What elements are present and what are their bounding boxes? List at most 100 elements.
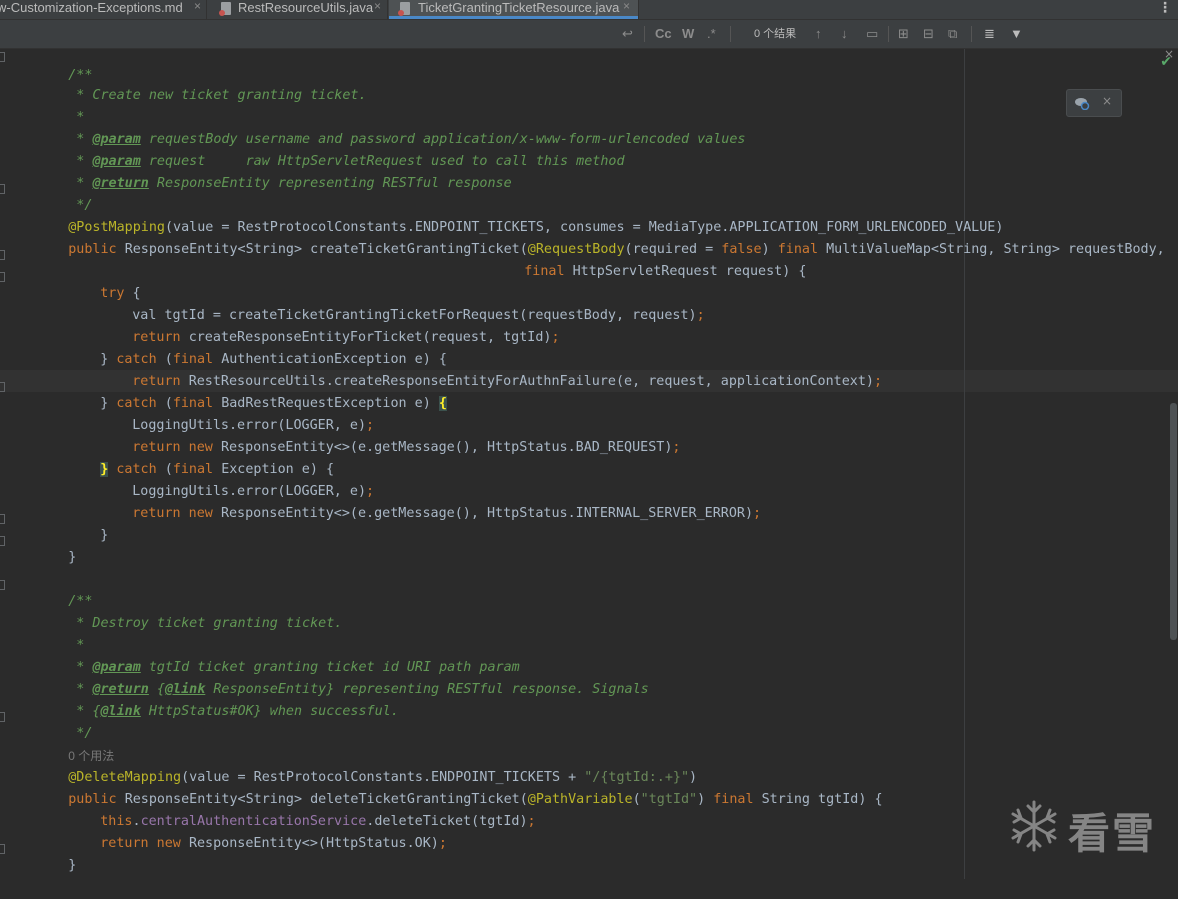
separator [730, 26, 731, 42]
filter-options-icon[interactable]: ≣ [984, 20, 995, 48]
string-literal: "tgtId" [640, 792, 698, 807]
code-line: * Destroy ticket granting ticket. [36, 591, 342, 631]
semicolon: ; [551, 330, 560, 345]
code-line: } catch (final AuthenticationException e… [68, 327, 447, 367]
code-line: final HttpServletRequest request) { [492, 239, 806, 279]
semicolon: ; [672, 440, 681, 455]
fold-marker[interactable] [0, 514, 5, 524]
gutter [0, 49, 12, 879]
close-icon[interactable]: × [1102, 94, 1112, 108]
code-text: HttpServletRequest request) { [572, 264, 807, 279]
code-line: * @param tgtId ticket granting ticket id… [36, 635, 519, 675]
semicolon: ; [527, 814, 536, 829]
code-line: */ [36, 701, 92, 741]
kebab-menu-icon[interactable]: ⋮ [1158, 0, 1172, 14]
semicolon: ; [873, 374, 883, 389]
regex-toggle[interactable]: .* [707, 20, 716, 48]
code-line: * @param request raw HttpServletRequest … [36, 129, 624, 169]
code-text: String tgtId) { [761, 792, 883, 807]
code-line: * @return ResponseEntity representing RE… [36, 151, 511, 191]
tab-customization-exceptions[interactable]: w-Customization-Exceptions.md × [0, 0, 207, 19]
check-icon[interactable]: ✔ [1160, 54, 1172, 70]
close-icon[interactable]: × [623, 0, 630, 14]
fold-marker[interactable] [0, 250, 5, 260]
code-line: /** [36, 43, 92, 83]
select-occurrences-icon[interactable]: ⧉ [948, 20, 957, 48]
keyword: return new [100, 836, 189, 851]
close-icon[interactable]: × [194, 0, 201, 14]
right-margin-guide [964, 49, 965, 879]
code-line: } [36, 525, 76, 565]
code-line: return RestResourceUtils.createResponseE… [100, 349, 882, 389]
semicolon: ; [753, 506, 762, 521]
code-line: * [36, 613, 84, 653]
code-text: MultiValueMap<String, String> requestBod… [826, 242, 1165, 257]
code-line: @PostMapping(value = RestProtocolConstan… [36, 195, 1003, 235]
code-text: ResponseEntity<String> createTicketGrant… [124, 242, 528, 257]
separator [888, 26, 889, 42]
fold-marker[interactable] [0, 272, 5, 282]
up-arrow-icon[interactable]: ↑ [815, 20, 822, 48]
match-case-toggle[interactable]: Cc [655, 20, 672, 48]
floating-toolbar-popup: × [1066, 89, 1122, 117]
semicolon: ; [438, 836, 447, 851]
close-icon[interactable]: × [374, 0, 381, 14]
code-line: @DeleteMapping(value = RestProtocolConst… [36, 745, 697, 785]
code-line: * @return {@link ResponseEntity} represe… [36, 657, 648, 697]
separator [644, 26, 645, 42]
fold-marker[interactable] [0, 712, 5, 722]
watermark-text: 看雪 [1068, 809, 1157, 858]
code-text: } [68, 858, 77, 873]
code-line: LoggingUtils.error(LOGGER, e); [100, 393, 374, 433]
code-line: } catch (final Exception e) { [68, 437, 334, 477]
filter-icon[interactable]: ▼ [1010, 20, 1023, 48]
down-arrow-icon[interactable]: ↓ [841, 20, 848, 48]
fold-marker[interactable] [0, 184, 5, 194]
fold-marker[interactable] [0, 580, 5, 590]
javadoc-text: ResponseEntity representing RESTful resp… [148, 176, 512, 191]
add-occurrence-icon[interactable]: ⊞ [898, 20, 909, 48]
code-line: return new ResponseEntity<>(HttpStatus.O… [68, 811, 447, 851]
code-text: ) [697, 792, 714, 807]
code-line: 0 个用法 [36, 723, 114, 763]
replace-icon[interactable]: ↩ [622, 20, 633, 48]
code-line: /** [36, 569, 92, 609]
vertical-scrollbar[interactable] [1170, 403, 1177, 640]
code-line: } [36, 833, 76, 873]
code-line: val tgtId = createTicketGrantingTicketFo… [100, 283, 704, 323]
search-results-count: 0 个结果 [754, 28, 797, 40]
snowflake-icon [1011, 800, 1057, 852]
watermark-logo: 看雪 [1006, 796, 1166, 858]
code-line: */ [36, 173, 92, 213]
editor-tab-bar: w-Customization-Exceptions.md × RestReso… [0, 0, 1178, 20]
code-editor[interactable]: /** * Create new ticket granting ticket.… [0, 49, 1178, 879]
tab-label: TicketGrantingTicketResource.java [418, 0, 620, 15]
tab-label: RestResourceUtils.java [238, 0, 374, 15]
code-line: } catch (final BadRestRequestException e… [68, 371, 447, 411]
reload-icon[interactable] [1074, 96, 1090, 110]
code-text: ( [632, 792, 641, 807]
fold-marker[interactable] [0, 382, 5, 392]
fold-marker[interactable] [0, 536, 5, 546]
code-line: this.centralAuthenticationService.delete… [68, 789, 535, 829]
code-text: ResponseEntity<>(HttpStatus.OK) [188, 836, 439, 851]
remove-occurrence-icon[interactable]: ⊟ [923, 20, 934, 48]
fold-marker[interactable] [0, 844, 5, 854]
code-line: return new ResponseEntity<>(e.getMessage… [100, 481, 761, 521]
whole-words-toggle[interactable]: W [682, 20, 694, 48]
semicolon: ; [696, 308, 705, 323]
code-text: } [100, 528, 109, 543]
keyword: return new [132, 506, 221, 521]
separator [971, 26, 972, 42]
code-line: * Create new ticket granting ticket. [36, 63, 366, 103]
matched-brace: { [438, 396, 447, 411]
code-line: * @param requestBody username and passwo… [36, 107, 745, 147]
code-line: } [68, 503, 108, 543]
code-line: try { [68, 261, 140, 301]
tab-ticket-granting-ticket-resource[interactable]: TicketGrantingTicketResource.java × [389, 0, 639, 19]
code-line: return new ResponseEntity<>(e.getMessage… [100, 415, 680, 455]
tab-rest-resource-utils[interactable]: RestResourceUtils.java × [208, 0, 388, 19]
java-file-icon [219, 2, 231, 16]
select-all-occurrences-icon[interactable]: ▭ [866, 20, 878, 48]
fold-marker[interactable] [0, 52, 5, 62]
